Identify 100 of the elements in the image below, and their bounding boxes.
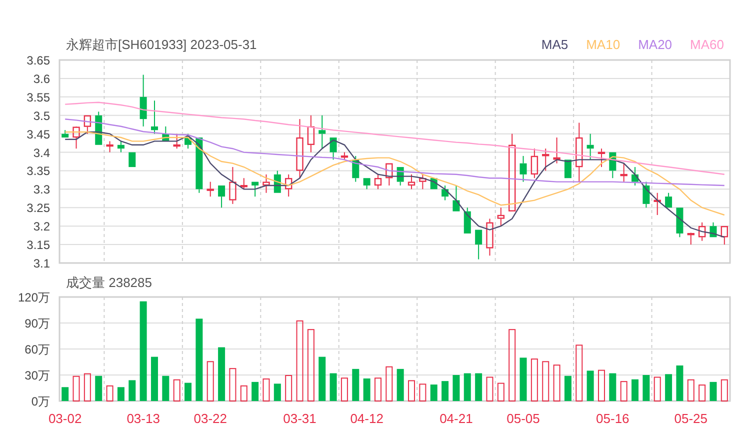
candlestick (229, 166, 236, 204)
volume-bar (665, 374, 672, 401)
chart-title: 永辉超市[SH601933] 2023-05-31 (66, 36, 257, 52)
volume-bar (497, 382, 504, 402)
axis-label: 05-16 (596, 411, 630, 426)
volume-bar (206, 361, 214, 402)
candlestick (542, 148, 550, 172)
candlestick (396, 167, 404, 186)
candlestick (464, 207, 471, 234)
volume-bar (128, 380, 136, 401)
candlestick (84, 115, 92, 134)
volume-bar (374, 378, 382, 402)
volume-bar (419, 384, 426, 402)
axis-label: 3.6 (33, 72, 50, 86)
chart-title: 成交量 238285 (66, 274, 152, 290)
volume-bar (162, 376, 170, 401)
volume-bar (151, 356, 158, 401)
candlestick (698, 222, 706, 242)
axis-label: 3.4 (33, 146, 50, 160)
candlestick (374, 174, 382, 190)
volume-bar (720, 379, 728, 402)
volume-bar (475, 373, 482, 401)
axis-label: 04-12 (350, 411, 384, 426)
volume-bar (609, 373, 616, 401)
axis-label: 3.1 (33, 256, 50, 270)
axis-label: 3.15 (26, 238, 50, 252)
axis-label: 03-31 (283, 411, 316, 426)
axis-label: 30万 (24, 368, 50, 382)
candlestick (218, 186, 226, 208)
candlestick (419, 174, 426, 190)
candlestick (296, 118, 304, 179)
legend-item: MA20 (638, 36, 672, 52)
candlestick (252, 182, 259, 198)
candlestick (720, 226, 728, 246)
volume-bar (530, 358, 538, 402)
axis-label: 60万 (24, 342, 50, 356)
axis-label: 3.5 (33, 108, 50, 123)
candlestick (598, 148, 606, 168)
candlestick (620, 162, 628, 182)
candlestick (340, 152, 348, 160)
candlestick (162, 126, 170, 142)
axis-label: 03-02 (48, 411, 82, 426)
candlestick (173, 133, 180, 150)
candlestick (284, 174, 292, 198)
candlestick (553, 137, 560, 164)
volume-bar (252, 382, 259, 401)
candlestick (530, 148, 538, 179)
candlestick (106, 140, 114, 153)
candlestick (128, 152, 136, 168)
volume-bar (442, 381, 449, 401)
candlestick (151, 100, 158, 134)
volume-bar (464, 373, 471, 401)
axis-label: 03-22 (194, 411, 227, 426)
legend-item: MA60 (690, 36, 724, 52)
axis-label: 3.55 (26, 90, 50, 104)
volume-bar (576, 344, 583, 402)
axis-label: 0万 (31, 394, 50, 408)
candlestick (710, 222, 717, 238)
volume-bar (452, 375, 460, 401)
candlestick (687, 232, 694, 246)
volume-bar (72, 376, 80, 402)
candlestick (62, 130, 69, 138)
volume-bar (330, 373, 337, 401)
axis-label: 03-13 (126, 411, 160, 426)
volume-bar (285, 375, 292, 402)
candlestick (140, 74, 147, 127)
axis-label: 3.3 (33, 182, 50, 197)
candlestick (676, 208, 684, 238)
volume-bar (486, 376, 494, 402)
volume-bar (173, 379, 180, 402)
legend-item: MA5 (541, 36, 568, 52)
volume-bar (184, 382, 192, 401)
candlestick (117, 140, 124, 153)
candlestick (609, 152, 616, 179)
volume-bar (676, 365, 684, 401)
candlestick (330, 138, 337, 160)
candlestick (564, 160, 572, 178)
candlestick (318, 114, 326, 150)
candlestick (196, 138, 203, 194)
axis-label: 3.45 (26, 127, 50, 142)
legend-item: MA10 (586, 36, 620, 52)
volume-bar (318, 356, 326, 401)
candlestick (654, 192, 661, 216)
volume-bar (654, 376, 661, 402)
volume-bar (396, 368, 404, 401)
volume-bar (106, 385, 114, 402)
candlestick (576, 122, 583, 182)
candlestick (497, 207, 505, 227)
volume-bar (363, 378, 370, 401)
volume-bar (352, 368, 360, 401)
volume-bar (598, 370, 605, 402)
candlestick (206, 181, 214, 198)
candlestick (408, 174, 416, 190)
volume-bar (542, 361, 550, 402)
candlestick (363, 178, 370, 190)
candlestick (586, 133, 594, 160)
axis-label: 3.65 (26, 54, 50, 68)
volume-bar (229, 368, 236, 402)
candlestick (72, 126, 80, 150)
volume-bar (687, 379, 694, 402)
